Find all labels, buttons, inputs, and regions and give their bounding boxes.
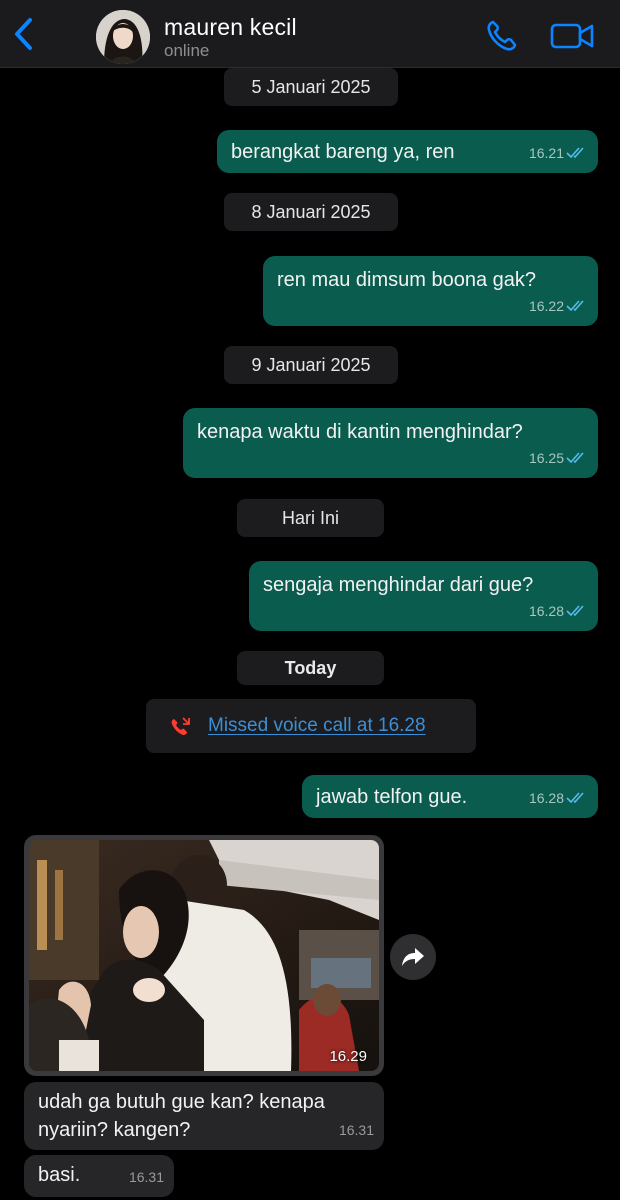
contact-name[interactable]: mauren kecil xyxy=(164,14,297,41)
read-ticks-icon xyxy=(566,147,584,159)
incoming-message[interactable]: basi. 16.31 xyxy=(24,1155,174,1197)
message-meta: 16.28 xyxy=(529,597,588,625)
message-meta: 16.31 xyxy=(338,1122,374,1138)
message-text: udah ga butuh gue kan? kenapa nyariin? k… xyxy=(38,1091,325,1141)
outgoing-message[interactable]: berangkat bareng ya, ren 16.21 xyxy=(217,130,598,173)
date-separator: Hari Ini xyxy=(237,499,384,537)
video-camera-icon[interactable] xyxy=(548,18,596,54)
photo-time: 16.29 xyxy=(329,1048,367,1065)
outgoing-message[interactable]: jawab telfon gue. 16.28 xyxy=(302,775,598,818)
chevron-left-icon[interactable] xyxy=(8,14,42,54)
read-ticks-icon xyxy=(566,605,584,617)
incoming-message[interactable]: udah ga butuh gue kan? kenapa nyariin? k… xyxy=(24,1082,384,1150)
phone-icon[interactable] xyxy=(484,18,522,54)
date-separator: 8 Januari 2025 xyxy=(224,193,398,231)
message-meta: 16.21 xyxy=(529,139,588,167)
photo[interactable]: 16.29 xyxy=(29,840,379,1071)
missed-call-notice[interactable]: Missed voice call at 16.28 xyxy=(146,699,476,753)
outgoing-message[interactable]: sengaja menghindar dari gue? 16.28 xyxy=(249,561,598,631)
message-meta: 16.22 xyxy=(529,292,588,320)
message-text: kenapa waktu di kantin menghindar? xyxy=(197,421,523,443)
date-separator: 9 Januari 2025 xyxy=(224,346,398,384)
read-ticks-icon xyxy=(566,792,584,804)
missed-call-label[interactable]: Missed voice call at 16.28 xyxy=(208,715,426,737)
contact-status: online xyxy=(164,41,210,60)
outgoing-message[interactable]: ren mau dimsum boona gak? 16.22 xyxy=(263,256,598,326)
message-meta: 16.31 xyxy=(128,1169,164,1185)
avatar[interactable] xyxy=(96,10,150,64)
message-meta: 16.25 xyxy=(529,444,588,472)
outgoing-message[interactable]: kenapa waktu di kantin menghindar? 16.25 xyxy=(183,408,598,478)
message-text: sengaja menghindar dari gue? xyxy=(263,574,534,596)
forward-share-icon[interactable] xyxy=(390,934,436,980)
message-meta: 16.28 xyxy=(529,784,588,812)
chat-header: mauren kecil online xyxy=(0,0,620,68)
incoming-photo-message[interactable]: 16.29 xyxy=(24,835,384,1076)
message-text: ren mau dimsum boona gak? xyxy=(277,269,537,291)
date-separator: 5 Januari 2025 xyxy=(224,68,398,106)
date-separator: Today xyxy=(237,651,384,685)
read-ticks-icon xyxy=(566,452,584,464)
missed-call-icon xyxy=(171,717,190,735)
read-ticks-icon xyxy=(566,300,584,312)
